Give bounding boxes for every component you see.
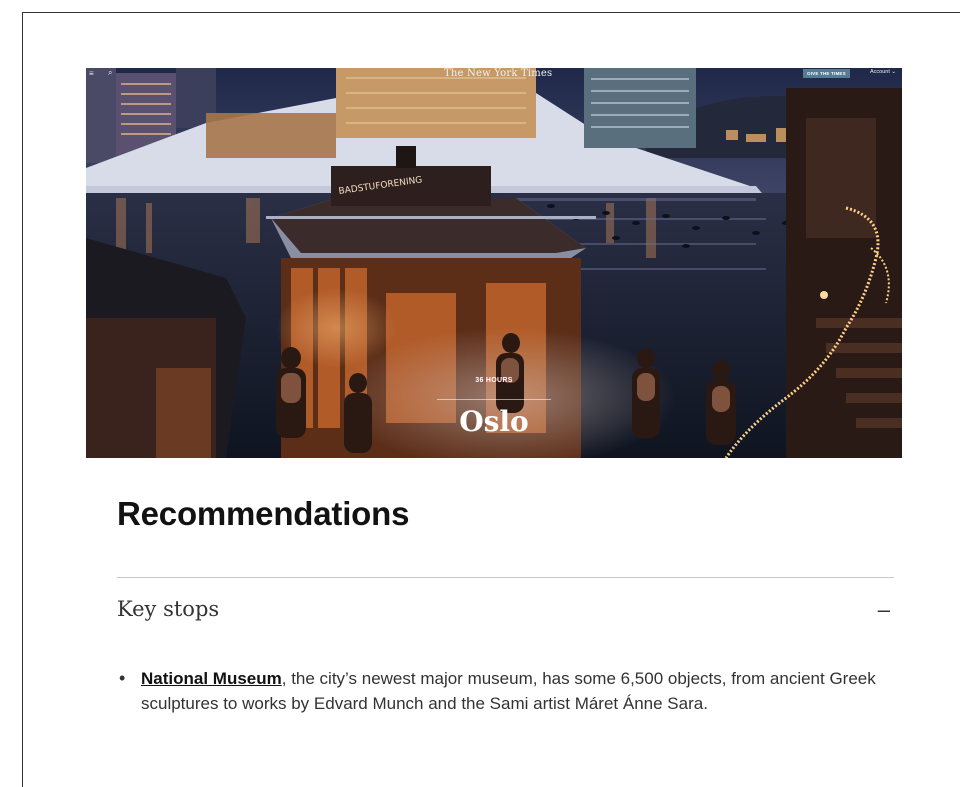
- site-logo[interactable]: The New York Times: [444, 68, 552, 79]
- account-menu[interactable]: Account ⌄: [870, 69, 896, 75]
- hero-image: BADSTUFORENING ≡ ⌕ The New York Times GI…: [86, 68, 902, 458]
- bullet-icon: •: [119, 668, 126, 688]
- chevron-down-icon: ⌄: [891, 69, 897, 75]
- section-divider: [117, 577, 894, 578]
- hero-kicker: 36 HOURS: [475, 377, 513, 384]
- hamburger-icon[interactable]: ≡: [89, 69, 94, 78]
- section-heading: Recommendations: [117, 495, 410, 532]
- recommendation-list: • National Museum, the city’s newest maj…: [117, 666, 877, 716]
- give-the-times-button[interactable]: GIVE THE TIMES: [803, 69, 850, 78]
- accordion-title: Key stops: [117, 597, 220, 621]
- search-icon[interactable]: ⌕: [108, 68, 112, 78]
- national-museum-link[interactable]: National Museum: [141, 669, 282, 688]
- collapse-toggle-icon[interactable]: –: [878, 597, 890, 623]
- account-label: Account: [870, 69, 890, 75]
- hero-divider: [437, 399, 551, 400]
- key-stops-accordion-header[interactable]: Key stops –: [117, 597, 894, 631]
- hero-title: Oslo: [459, 405, 529, 438]
- hero-topbar: ≡ ⌕ The New York Times GIVE THE TIMES Ac…: [86, 68, 902, 82]
- list-item: • National Museum, the city’s newest maj…: [117, 666, 877, 716]
